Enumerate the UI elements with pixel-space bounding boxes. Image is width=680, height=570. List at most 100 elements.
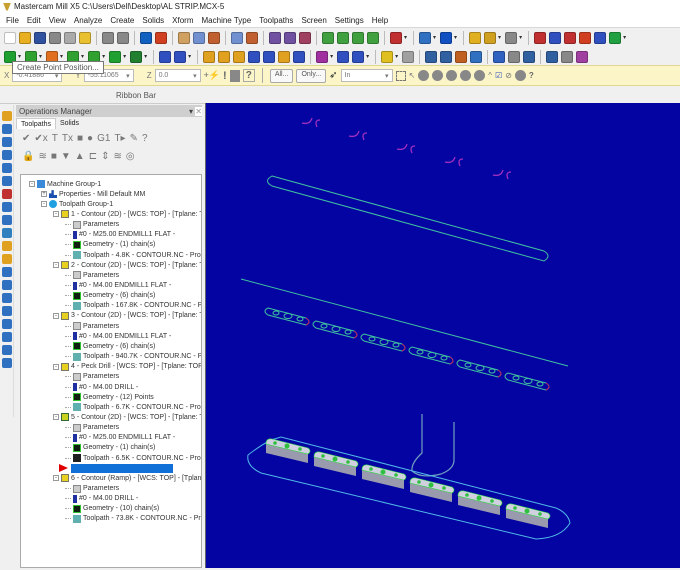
tab-solids[interactable]: Solids: [56, 118, 83, 129]
side-tool-2-icon[interactable]: [1, 124, 12, 134]
tree-item[interactable]: - 1 - Contour (2D) - [WCS: TOP] - [Tplane…: [53, 209, 201, 219]
dropdown-arrow-icon[interactable]: ▾: [623, 34, 626, 41]
expand-toggle[interactable]: -: [29, 181, 35, 187]
expand-toggle[interactable]: -: [53, 211, 59, 218]
dropdown-arrow-icon[interactable]: ▾: [81, 53, 84, 60]
face-select-icon[interactable]: [432, 70, 444, 81]
pointer-icon[interactable]: ↖: [409, 71, 416, 80]
menu-edit[interactable]: Edit: [23, 16, 45, 25]
gview-icon[interactable]: [140, 31, 152, 44]
ops-tool-icon[interactable]: ?: [142, 133, 148, 144]
tree-item[interactable]: Parameters: [65, 321, 119, 331]
solid-select-icon[interactable]: [418, 70, 430, 81]
dropdown-arrow-icon[interactable]: ▾: [498, 34, 501, 41]
xform-roll-icon[interactable]: [293, 50, 306, 63]
contour-icon[interactable]: [316, 50, 329, 63]
tree-item[interactable]: Parameters: [65, 270, 119, 280]
tree-item[interactable]: + Properties - Mill Default MM: [41, 189, 145, 199]
side-tool-11-icon[interactable]: [1, 241, 12, 251]
dropdown-arrow-icon[interactable]: ▾: [330, 53, 333, 60]
tree-item[interactable]: #0 - M25.00 ENDMILL1 FLAT -: [65, 433, 175, 443]
sum-icon[interactable]: [594, 31, 607, 44]
side-tool-8-icon[interactable]: [1, 202, 12, 212]
verify-select-icon[interactable]: ☑: [495, 71, 502, 80]
side-tool-16-icon[interactable]: [1, 306, 12, 316]
dropdown-arrow-icon[interactable]: ▾: [188, 53, 191, 60]
expand-toggle[interactable]: -: [53, 414, 59, 421]
side-view-icon[interactable]: [352, 31, 364, 44]
ops-tool-icon[interactable]: ⊏: [89, 151, 97, 162]
print-preview-icon[interactable]: [64, 31, 76, 44]
z-coordinate-field[interactable]: 0.0 ▾: [154, 69, 201, 82]
ops-tool-icon[interactable]: T: [52, 133, 58, 144]
pocket-icon[interactable]: [352, 50, 365, 63]
ops-tool-icon[interactable]: ✎: [130, 133, 138, 144]
help-icon[interactable]: ?: [242, 69, 255, 82]
expand-toggle[interactable]: +: [41, 191, 47, 198]
list-icon[interactable]: [549, 31, 562, 44]
dropdown-arrow-icon[interactable]: ▾: [60, 53, 63, 60]
tree-item[interactable]: - Machine Group-1: [29, 179, 101, 189]
autocursor-icon[interactable]: [229, 69, 240, 82]
tree-item[interactable]: #0 - M4.00 DRILL -: [65, 382, 138, 392]
menu-toolpaths[interactable]: Toolpaths: [255, 16, 297, 25]
menu-machine-type[interactable]: Machine Type: [198, 16, 256, 25]
help-toolpath-icon[interactable]: [534, 31, 547, 44]
zoom-target-icon[interactable]: [208, 31, 220, 44]
ops-tool-icon[interactable]: ≋: [113, 151, 121, 162]
tree-item[interactable]: #0 - M4.00 DRILL -: [65, 494, 138, 504]
expand-toggle[interactable]: -: [53, 312, 59, 319]
top-view-icon[interactable]: [322, 31, 334, 44]
side-tool-7-icon[interactable]: [1, 189, 12, 199]
tree-item[interactable]: Toolpath - 6.7K - CONTOUR.NC - Program: [65, 402, 201, 412]
ops-tool-icon[interactable]: Tx: [62, 133, 73, 144]
tree-item[interactable]: - 6 - Contour (Ramp) - [WCS: TOP] - [Tpla…: [53, 473, 201, 483]
ops-tool-icon[interactable]: ✔: [22, 133, 30, 144]
properties-icon[interactable]: [79, 31, 91, 44]
tree-item[interactable]: Geometry - (12) Points: [65, 392, 154, 402]
plane-icon[interactable]: [508, 50, 521, 63]
save-icon[interactable]: [34, 31, 46, 44]
report-icon[interactable]: [579, 31, 592, 44]
dropdown-arrow-icon[interactable]: ▾: [454, 34, 457, 41]
verify-icon[interactable]: [381, 50, 394, 63]
side-tool-15-icon[interactable]: [1, 293, 12, 303]
select-all-button[interactable]: All...: [269, 68, 294, 83]
repaint-icon[interactable]: [269, 31, 281, 44]
side-tool-5-icon[interactable]: [1, 163, 12, 173]
print-icon[interactable]: [49, 31, 61, 44]
chamfer-icon[interactable]: [109, 50, 122, 63]
zoom-in-icon[interactable]: [178, 31, 190, 44]
ops-tool-icon[interactable]: ●: [87, 133, 93, 144]
menu-view[interactable]: View: [45, 16, 70, 25]
edge-select-icon[interactable]: [460, 70, 472, 81]
ops-tool-icon[interactable]: 🔒: [22, 151, 34, 162]
tree-item[interactable]: - Toolpath Group-1: [41, 199, 113, 209]
side-tool-14-icon[interactable]: [1, 280, 12, 290]
backplot-icon[interactable]: [402, 50, 415, 63]
dropdown-arrow-icon[interactable]: ▾: [123, 53, 126, 60]
side-tool-3-icon[interactable]: [1, 137, 12, 147]
zoom-window-icon[interactable]: [155, 31, 167, 44]
menu-settings[interactable]: Settings: [331, 16, 368, 25]
dropdown-arrow-icon[interactable]: ▾: [144, 53, 147, 60]
window-select-icon[interactable]: [395, 70, 406, 81]
dropdown-arrow-icon[interactable]: ▾: [404, 34, 407, 41]
close-icon[interactable]: ✕: [195, 106, 202, 116]
expand-toggle[interactable]: -: [53, 475, 59, 482]
simulate-icon[interactable]: [425, 50, 438, 63]
side-tool-9-icon[interactable]: [1, 215, 12, 225]
xform-scale-icon[interactable]: [233, 50, 246, 63]
tree-item[interactable]: Toolpath - 167.8K - CONTOUR.NC - Program: [65, 301, 201, 311]
tab-toolpaths[interactable]: Toolpaths: [16, 118, 56, 129]
side-tool-1-icon[interactable]: [1, 111, 12, 121]
expand-toggle[interactable]: -: [53, 363, 59, 370]
graphics-viewport[interactable]: [205, 103, 680, 568]
tree-item[interactable]: Toolpath - 73.8K - CONTOUR.NC - Program: [65, 514, 201, 524]
open-icon[interactable]: [19, 31, 31, 44]
side-tool-4-icon[interactable]: [1, 150, 12, 160]
menu-xform[interactable]: Xform: [168, 16, 197, 25]
menu-create[interactable]: Create: [106, 16, 138, 25]
tplane-icon[interactable]: [576, 50, 589, 63]
sphere-icon[interactable]: [493, 50, 506, 63]
